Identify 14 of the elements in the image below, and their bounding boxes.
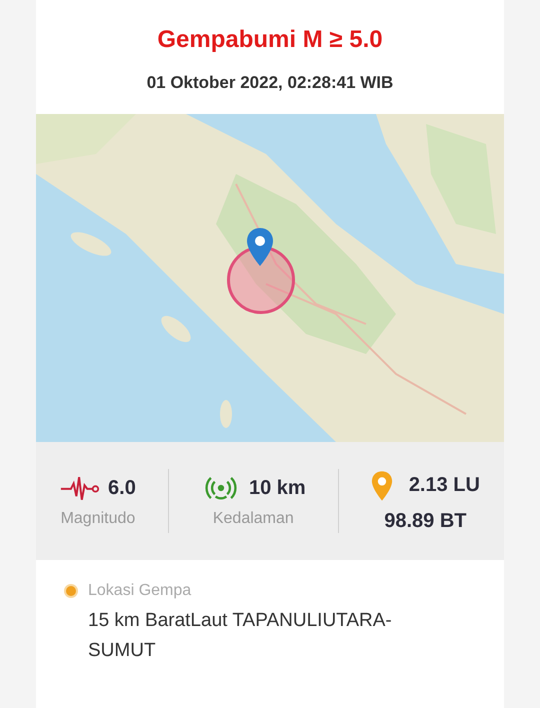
- stat-label: Kedalaman: [212, 510, 294, 528]
- location-dot-icon: [64, 584, 78, 598]
- stat-value: 10 km: [248, 476, 306, 500]
- stat-value: 98.89 BT: [384, 510, 467, 532]
- stat-value: 2.13 LU: [408, 474, 480, 497]
- event-datetime: 01 Oktober 2022, 02:28:41 WIB: [146, 72, 394, 94]
- location-pin-icon: [246, 227, 274, 267]
- map-pin-icon: [370, 470, 393, 502]
- stat-label: Magnitudo: [60, 510, 136, 528]
- seismograph-icon: [60, 474, 100, 502]
- location-text: 15 km BaratLaut TAPANULIUTARA-SUMUT: [88, 609, 393, 663]
- alert-title: Gempabumi M ≥ 5.0: [156, 25, 384, 55]
- location-label: Lokasi Gempa: [88, 582, 192, 600]
- stat-value: 6.0: [108, 476, 136, 500]
